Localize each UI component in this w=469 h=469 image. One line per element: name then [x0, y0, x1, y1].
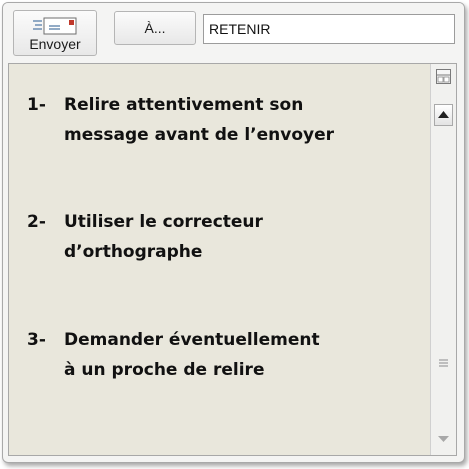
- list-item-number: 1-: [27, 95, 46, 115]
- grip-lines-icon: [439, 359, 448, 367]
- list-item-text: Demander éventuellement à un proche de r…: [64, 330, 320, 380]
- scroll-up-button[interactable]: [434, 104, 453, 126]
- list-item-text: Utiliser le correcteur d’orthographe: [64, 212, 263, 262]
- split-window-icon[interactable]: [435, 68, 452, 85]
- message-content[interactable]: 1- Relire attentivement son message avan…: [9, 64, 429, 455]
- list-item-number: 3-: [27, 330, 46, 350]
- scroll-track[interactable]: [434, 128, 453, 428]
- message-body[interactable]: 1- Relire attentivement son message avan…: [8, 63, 457, 456]
- send-button[interactable]: Envoyer: [13, 10, 97, 56]
- triangle-up-icon: [438, 111, 449, 118]
- compose-toolbar: Envoyer À... RETENIR: [3, 3, 464, 59]
- compose-window: Envoyer À... RETENIR 1- Relire attentive…: [2, 2, 465, 463]
- triangle-down-icon: [438, 436, 449, 442]
- list-item-number: 2-: [27, 212, 46, 232]
- envelope-send-icon: [33, 17, 77, 35]
- list-item-text: Relire attentivement son message avant d…: [64, 95, 335, 145]
- send-button-label: Envoyer: [29, 36, 81, 52]
- vertical-scrollbar[interactable]: [430, 64, 456, 455]
- to-recipients-button[interactable]: À...: [114, 11, 196, 45]
- subject-field[interactable]: RETENIR: [203, 14, 455, 44]
- scroll-down-button[interactable]: [434, 430, 453, 448]
